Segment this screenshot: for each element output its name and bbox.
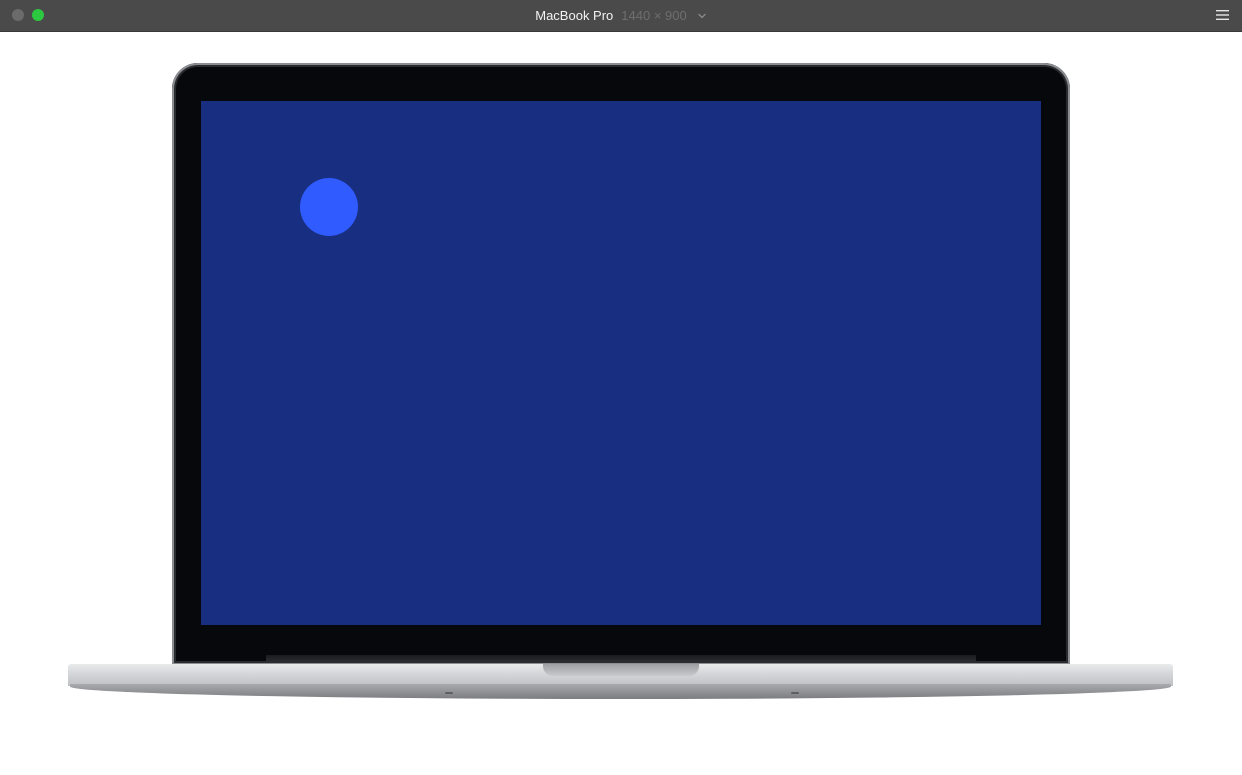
laptop-foot-left — [445, 692, 453, 694]
laptop-foot-right — [791, 692, 799, 694]
device-screen[interactable] — [201, 101, 1041, 625]
window-titlebar: MacBook Pro 1440 × 900 — [0, 0, 1242, 32]
device-resolution: 1440 × 900 — [621, 8, 687, 23]
blue-circle — [300, 178, 358, 236]
laptop-hinge — [266, 655, 976, 662]
device-selector[interactable]: MacBook Pro 1440 × 900 — [0, 0, 1242, 31]
chevron-down-icon[interactable] — [697, 11, 707, 21]
laptop-opening-notch — [543, 664, 699, 676]
device-name: MacBook Pro — [535, 8, 614, 23]
hamburger-menu-icon[interactable] — [1216, 9, 1229, 21]
